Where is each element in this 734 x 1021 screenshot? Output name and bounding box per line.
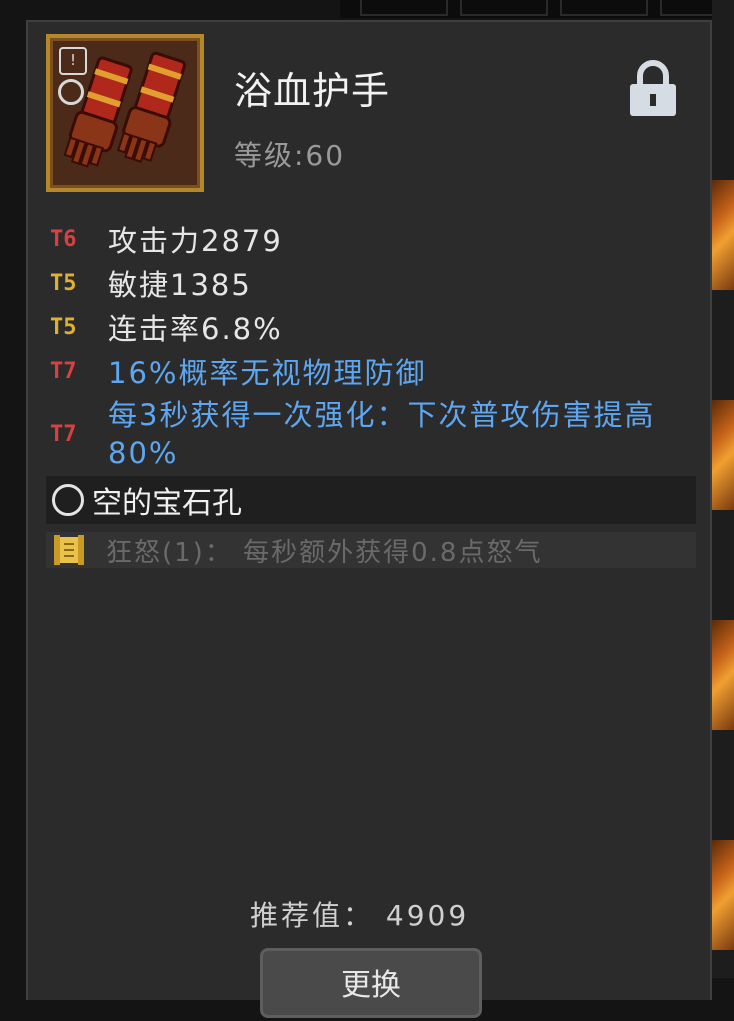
stat-row: T5 敏捷1385 (50, 262, 252, 304)
stat-row: T7 每3秒获得一次强化：下次普攻伤害提高80% (50, 396, 680, 472)
tier-label: T6 (50, 226, 77, 252)
tier-label: T7 (50, 358, 77, 384)
gauntlet-icon: ! (50, 38, 200, 188)
lock-icon[interactable] (628, 60, 678, 118)
item-name: 浴血护手 (234, 69, 391, 113)
item-icon-frame[interactable]: ! (46, 34, 204, 192)
scroll-icon (54, 535, 84, 565)
alert-badge-icon: ! (59, 47, 87, 75)
background-top-bar (340, 0, 734, 18)
stat-row: T7 16%概率无视物理防御 (50, 350, 426, 392)
item-level: 等级:60 (234, 139, 346, 172)
stat-text: 每3秒获得一次强化：下次普攻伤害提高80% (108, 398, 656, 470)
replace-button[interactable]: 更换 (260, 948, 482, 1018)
stat-text: 16%概率无视物理防御 (108, 356, 427, 390)
item-tooltip-panel: ! 浴血护手 等级:60 T6 攻击力2879 T5 敏捷1385 T5 连击率… (26, 20, 712, 1018)
tier-label: T7 (50, 421, 77, 447)
gem-socket-label: 空的宝石孔 (92, 486, 242, 521)
stat-row: T5 连击率6.8% (50, 306, 283, 348)
passive-skill-row: 狂怒(1)： 每秒额外获得0.8点怒气 (46, 532, 696, 568)
passive-skill-text: 狂怒(1)： 每秒额外获得0.8点怒气 (106, 537, 543, 568)
stat-text: 敏捷1385 (108, 268, 252, 302)
gem-socket-row[interactable]: 空的宝石孔 (46, 476, 696, 524)
stat-row: T6 攻击力2879 (50, 218, 283, 260)
tier-label: T5 (50, 314, 77, 340)
recommend-value: 推荐值： 4909 (250, 899, 470, 932)
stat-text: 攻击力2879 (108, 224, 283, 258)
socket-icon (52, 484, 84, 516)
background-game-strip (712, 0, 734, 978)
socket-indicator-icon (58, 79, 84, 105)
stat-text: 连击率6.8% (108, 312, 283, 346)
tier-label: T5 (50, 270, 77, 296)
